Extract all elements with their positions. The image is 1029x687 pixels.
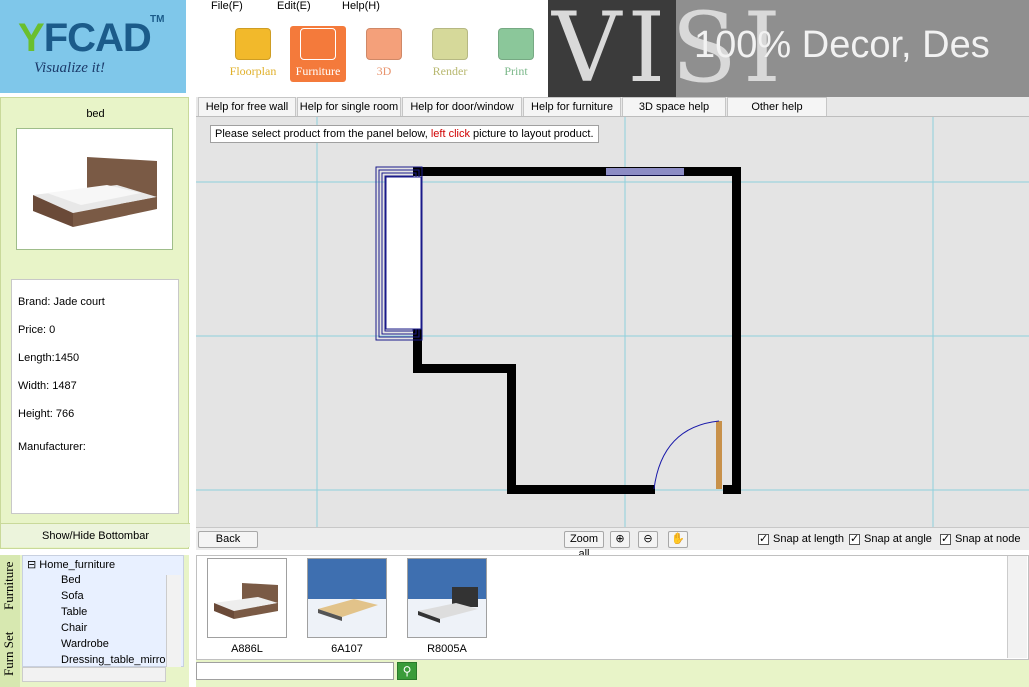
zoom-all-button[interactable]: Zoom all <box>564 531 604 560</box>
tree-item-sofa[interactable]: Sofa <box>61 590 84 602</box>
snap-angle-checkbox[interactable]: Snap at angle <box>849 532 932 545</box>
search-icon[interactable]: ⚲ <box>397 662 417 680</box>
canvas-toolbar: Back Zoom all ⊕ ⊖ ✋ Snap at length Snap … <box>196 527 1029 560</box>
pencil-icon <box>235 28 271 60</box>
menu-file[interactable]: File(F) <box>211 0 243 12</box>
category-tree: ⊟ Home_furniture Bed Sofa Table Chair Wa… <box>22 555 184 667</box>
zoom-in-icon[interactable]: ⊕ <box>610 531 630 548</box>
tab-help-furniture[interactable]: Help for furniture <box>523 97 621 116</box>
3d-button[interactable]: 3D <box>356 26 412 82</box>
chair-icon <box>300 28 336 60</box>
tree-vertical-scrollbar[interactable] <box>166 575 181 667</box>
logo: YFCAD <box>18 16 152 60</box>
height-text: Height: 766 <box>18 408 75 420</box>
tree-item-bed[interactable]: Bed <box>61 574 81 586</box>
checkbox-icon <box>849 532 860 545</box>
back-button[interactable]: Back <box>198 531 258 548</box>
furniture-button[interactable]: Furniture <box>290 26 346 82</box>
product-card[interactable]: A886L <box>207 558 287 655</box>
floorplan-drawing[interactable] <box>196 117 1029 527</box>
print-button[interactable]: Print <box>488 26 544 82</box>
tree-item-table[interactable]: Table <box>61 606 87 618</box>
zoom-out-icon[interactable]: ⊖ <box>638 531 658 548</box>
checkbox-icon <box>758 532 769 545</box>
logo-area: YFCAD TM Visualize it! <box>0 0 186 93</box>
printer-icon <box>498 28 534 60</box>
ad-banner: VISI 100% Decor, Des <box>548 0 1029 97</box>
floorplan-button[interactable]: Floorplan <box>225 26 281 82</box>
bed-image <box>33 157 157 227</box>
category-tree-panel: Furniture Furn Set ⊟ Home_furniture Bed … <box>0 555 189 687</box>
instruction-tooltip: Please select product from the panel bel… <box>210 125 599 143</box>
cube-icon <box>366 28 402 60</box>
product-code: R8005A <box>427 643 467 655</box>
floorplan-canvas[interactable]: Please select product from the panel bel… <box>196 117 1029 527</box>
tab-help-free-wall[interactable]: Help for free wall <box>198 97 296 116</box>
help-tab-bar: Help for free wall Help for single room … <box>196 97 1029 117</box>
manufacturer-text: Manufacturer: <box>18 441 86 453</box>
product-thumbnail[interactable] <box>207 558 287 638</box>
product-panel: A886L 6A107 R8005A <box>196 555 1029 660</box>
tree-root[interactable]: ⊟ Home_furniture <box>27 558 115 571</box>
item-details: Brand: Jade court Price: 0 Length:1450 W… <box>11 279 179 514</box>
tree-item-dressing-table[interactable]: Dressing_table_mirror <box>61 654 169 666</box>
menu-help[interactable]: Help(H) <box>342 0 380 12</box>
tab-other-help[interactable]: Other help <box>727 97 827 116</box>
tab-furn-set[interactable]: Furn Set <box>1 623 19 685</box>
brand-text: Brand: Jade court <box>18 296 105 308</box>
vertical-tabs: Furniture Furn Set <box>0 555 20 687</box>
item-title: bed <box>86 108 105 120</box>
product-code: 6A107 <box>331 643 363 655</box>
menu-toolbar-area: File(F) Edit(E) Help(H) Floorplan Furnit… <box>186 0 548 93</box>
tab-3d-space-help[interactable]: 3D space help <box>622 97 726 116</box>
price-text: Price: 0 <box>18 324 56 336</box>
search-row: ⚲ <box>196 660 1029 687</box>
tree-horizontal-scrollbar[interactable] <box>22 667 166 682</box>
product-vertical-scrollbar[interactable] <box>1007 556 1027 658</box>
tab-help-single-room[interactable]: Help for single room <box>297 97 401 116</box>
product-thumbnail[interactable] <box>307 558 387 638</box>
snap-node-checkbox[interactable]: Snap at node <box>940 532 1020 545</box>
width-text: Width: 1487 <box>18 380 77 392</box>
product-info-panel: bed Brand: Jade court Price: 0 Length:14… <box>0 97 190 549</box>
banner-text: 100% Decor, Des <box>694 24 990 66</box>
trademark: TM <box>150 14 165 25</box>
search-input[interactable] <box>196 662 394 680</box>
render-button[interactable]: Render <box>422 26 478 82</box>
item-preview-image <box>16 128 173 250</box>
camera-icon <box>432 28 468 60</box>
tab-furniture[interactable]: Furniture <box>1 555 19 617</box>
tab-help-door-window[interactable]: Help for door/window <box>402 97 522 116</box>
pan-hand-icon[interactable]: ✋ <box>668 531 688 548</box>
logo-tagline: Visualize it! <box>34 60 105 76</box>
product-card[interactable]: 6A107 <box>307 558 387 655</box>
show-hide-bottombar-button[interactable]: Show/Hide Bottombar <box>1 523 190 547</box>
tree-item-chair[interactable]: Chair <box>61 622 87 634</box>
snap-length-checkbox[interactable]: Snap at length <box>758 532 844 545</box>
tree-item-wardrobe[interactable]: Wardrobe <box>61 638 109 650</box>
product-code: A886L <box>231 643 263 655</box>
checkbox-icon <box>940 532 951 545</box>
length-text: Length:1450 <box>18 352 80 364</box>
product-thumbnail[interactable] <box>407 558 487 638</box>
product-card[interactable]: R8005A <box>407 558 487 655</box>
menu-edit[interactable]: Edit(E) <box>277 0 311 12</box>
